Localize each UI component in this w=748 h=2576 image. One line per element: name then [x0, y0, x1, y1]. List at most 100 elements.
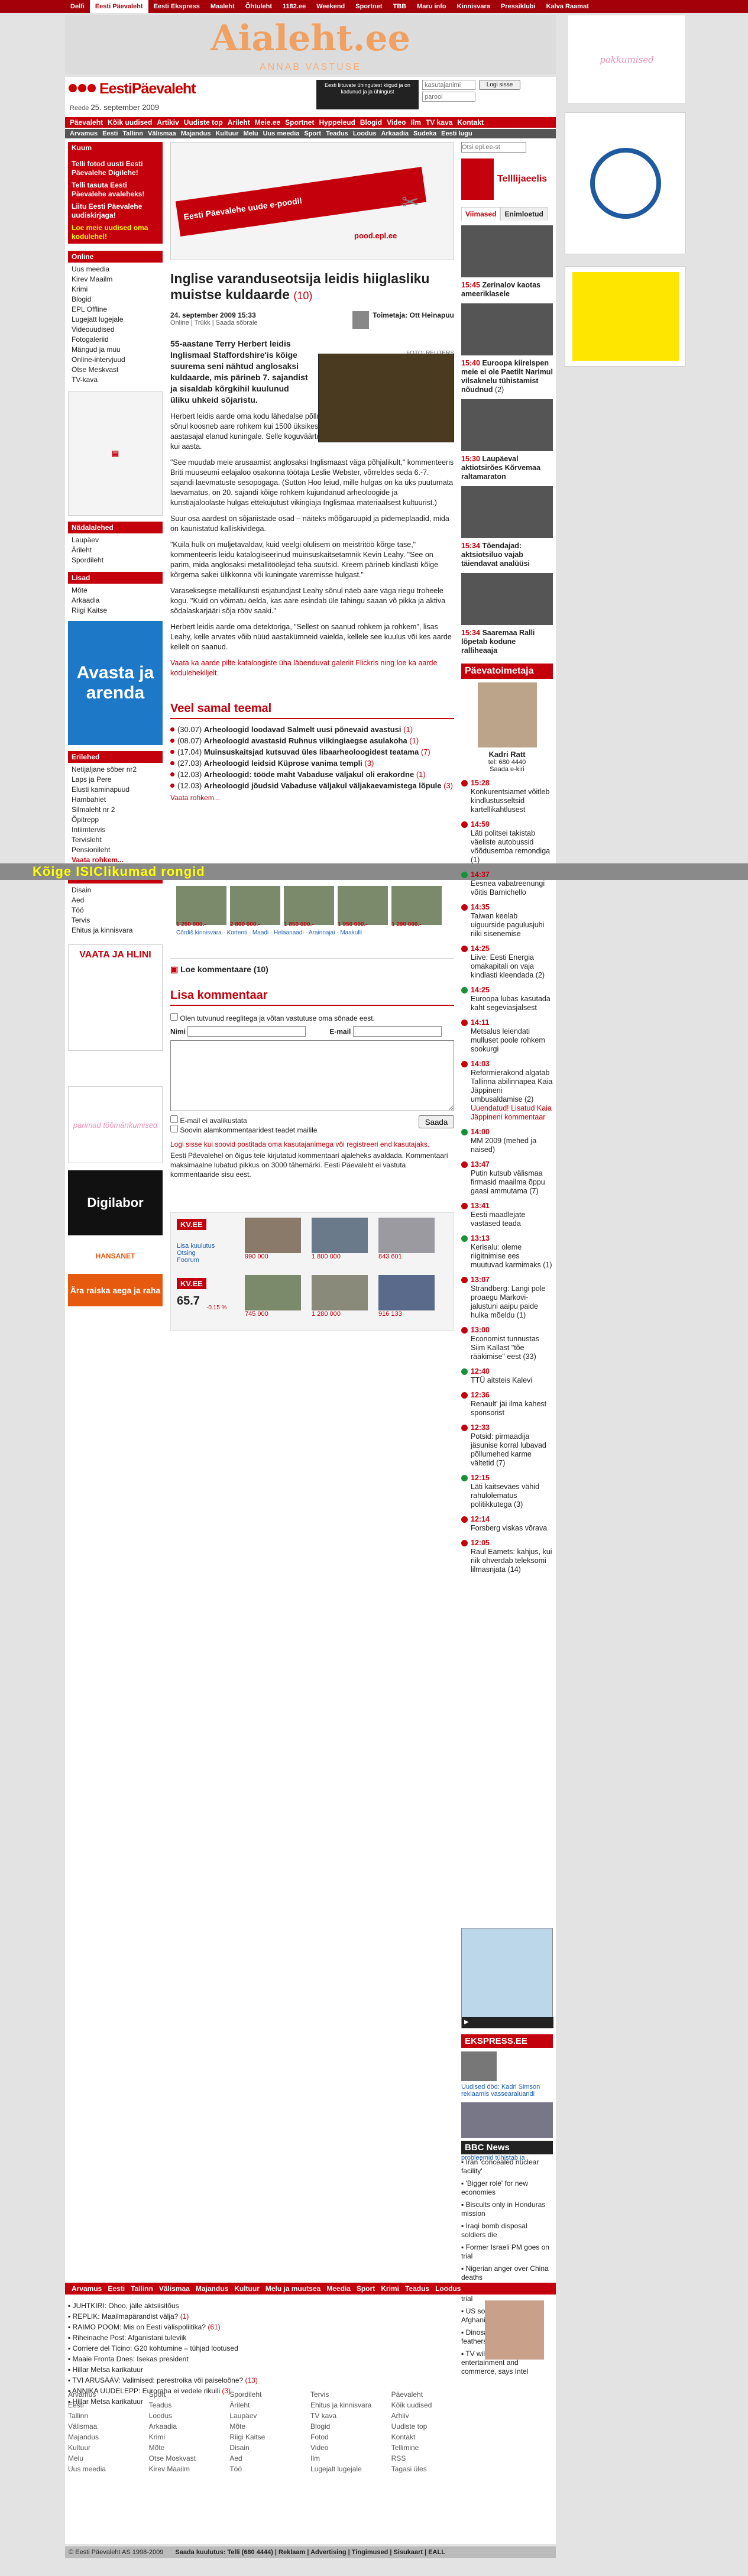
kuum-item[interactable]: Telli tasuta Eesti Päevalehe avaleheks! — [72, 181, 159, 199]
related-more-link[interactable]: Vaata rohkem... — [170, 794, 454, 802]
network-link[interactable]: TBB — [388, 0, 412, 13]
footer-nav-item[interactable]: Krimi — [378, 2284, 402, 2293]
main-nav-item[interactable]: Päevaleht — [67, 118, 105, 127]
nadal-link[interactable]: Ärileht — [72, 545, 159, 555]
username-input[interactable] — [422, 80, 475, 90]
sitemap-link[interactable]: Video — [310, 2442, 391, 2453]
sitemap-link[interactable]: Blogid — [310, 2421, 391, 2432]
related-item[interactable]: (30.07) Arheoloogid loodavad Salmelt uus… — [170, 724, 454, 735]
network-link[interactable]: Delfi — [65, 0, 90, 13]
erilehed-link[interactable]: Netijaljane sõber nr2 — [72, 765, 159, 775]
news-thumb[interactable] — [461, 486, 553, 538]
sitemap-link[interactable]: Arvamus — [68, 2389, 149, 2400]
footer-nav-item[interactable]: Sport — [354, 2284, 378, 2293]
estate-thumb[interactable] — [391, 886, 442, 925]
sitemap-link[interactable]: Tallinn — [68, 2410, 149, 2421]
online-link[interactable]: Online-intervjuud — [72, 355, 159, 365]
sitemap-link[interactable]: Välismaa — [68, 2421, 149, 2432]
erilehed-link[interactable]: Õpitrepp — [72, 815, 159, 825]
online-link[interactable]: Blogid — [72, 295, 159, 305]
bbc-item[interactable]: ▪ Iran 'concealed nuclear facility' — [461, 2158, 553, 2176]
estate-thumb[interactable] — [176, 886, 226, 925]
flickr-link[interactable]: Vaata ka aarde pilte kataloogiste üha lä… — [170, 659, 437, 677]
feed-item[interactable]: 14:11 Metsalus leiendati mulluset poole r… — [461, 1018, 553, 1054]
kvee-logo-2[interactable]: KV.EE — [177, 1278, 206, 1289]
section-nav-item[interactable]: Loodus — [351, 130, 379, 137]
footer-nav-item[interactable]: Kultuur — [231, 2284, 263, 2293]
tartu-uni-ad[interactable] — [565, 112, 686, 254]
footer-nav-item[interactable]: Loodus — [432, 2284, 464, 2293]
feed-item[interactable]: 13:07 Strandberg: Langi pole proaegu Mark… — [461, 1276, 553, 1320]
sitemap-link[interactable]: Lugejalt lugejale — [310, 2464, 391, 2474]
erilehed-link[interactable]: Laps ja Pere — [72, 775, 159, 785]
feed-item[interactable]: 14:25 Euroopa lubas kasutada kaht segevia… — [461, 986, 553, 1012]
section-nav-item[interactable]: Eesti — [100, 130, 120, 137]
article-photo[interactable] — [318, 354, 454, 442]
video-player[interactable]: ▶ — [461, 1928, 553, 2028]
comment-textarea[interactable] — [170, 1040, 454, 1111]
feed-item[interactable]: 14:35 Taiwan keelab uiguurside pagulusjuh… — [461, 903, 553, 939]
feed-item[interactable]: 14:25 Liive: Eesti Energia omakapitali on… — [461, 944, 553, 980]
sitemap-link[interactable]: Tagasi üles — [391, 2464, 472, 2474]
sitemap-link[interactable]: Riigi Kaitse — [229, 2432, 310, 2442]
kvee-item[interactable]: 843 601 — [378, 1218, 435, 1260]
teema-link[interactable]: Töö — [72, 905, 159, 915]
section-nav-item[interactable]: Kultuur — [213, 130, 241, 137]
sitemap-link[interactable]: Ilm — [310, 2453, 391, 2464]
tab-enimloetud[interactable]: Enimloetud — [500, 207, 548, 221]
lisad-link[interactable]: Mõte — [72, 585, 159, 596]
main-nav-item[interactable]: Artikiv — [154, 118, 181, 127]
news-item[interactable]: 15:34 Saaremaa Ralli lõpetab kodune rall… — [461, 629, 553, 655]
left-ad-digilabor[interactable]: Digilabor — [68, 1170, 163, 1235]
main-nav-item[interactable]: Hyppeleud — [316, 118, 357, 127]
sitemap-link[interactable]: Kõik uudised — [391, 2400, 472, 2410]
kuum-item[interactable]: Liitu Eesti Päevalehe uudiskirjaga! — [72, 202, 159, 220]
sitemap-link[interactable]: Loodus — [149, 2410, 230, 2421]
news-item[interactable]: 15:40 Euroopa kiirelspen meie ei ole Pae… — [461, 359, 553, 394]
footer-nav-item[interactable]: Tallinn — [128, 2284, 156, 2293]
notify-checkbox[interactable] — [170, 1125, 178, 1132]
left-ad-parimad[interactable]: parimad töömänkumised — [68, 1086, 163, 1163]
password-input[interactable] — [422, 92, 475, 102]
footer-list-item[interactable]: ▪ REPLIK: Maailmapärandist välja? (1) — [68, 2311, 482, 2322]
kvee-item[interactable]: 1 280 000 — [312, 1275, 368, 1318]
site-logo[interactable]: EestiPäevaleht — [69, 80, 196, 98]
footer-nav-item[interactable]: Majandus — [193, 2284, 231, 2293]
feed-item[interactable]: 12:14 Forsberg viskas võrava — [461, 1515, 553, 1533]
teema-link[interactable]: Disain — [72, 885, 159, 895]
sitemap-link[interactable]: Fotod — [310, 2432, 391, 2442]
lisad-link[interactable]: Arkaadia — [72, 596, 159, 606]
footer-nav-item[interactable]: Välismaa — [156, 2284, 193, 2293]
estate-thumb[interactable] — [338, 886, 388, 925]
online-link[interactable]: Otse Meskvast — [72, 365, 159, 375]
kvee-link[interactable]: Lisa kuulutus — [177, 1242, 215, 1250]
feed-item[interactable]: 13:41 Eesti maadlejate vastased teada — [461, 1202, 553, 1228]
related-item[interactable]: (27.03) Arheoloogid leidsid Küprose vani… — [170, 758, 454, 769]
sitemap-link[interactable]: Päevaleht — [391, 2389, 472, 2400]
epood-teaser-ad[interactable]: Eesti Päevalehe uude e-poodi! pood.epl.e… — [170, 142, 454, 260]
hide-email-checkbox[interactable] — [170, 1115, 178, 1123]
feed-item[interactable]: 14:00 MM 2009 (mehed ja naised) — [461, 1128, 553, 1154]
sitemap-link[interactable]: Mõte — [229, 2421, 310, 2432]
online-link[interactable]: Uus meedia — [72, 264, 159, 274]
article-comment-count[interactable]: (10) — [293, 290, 312, 302]
news-thumb[interactable] — [461, 399, 553, 451]
feed-item[interactable]: 13:47 Putin kutsub välismaa firmasid maai… — [461, 1160, 553, 1196]
kvee-item[interactable]: 990 000 — [245, 1218, 301, 1260]
main-nav-item[interactable]: Sportnet — [283, 118, 316, 127]
left-ad-araiska[interactable]: Ära raiska aega ja raha — [68, 1274, 163, 1306]
ekspress-thumb[interactable] — [461, 2051, 497, 2081]
ekspress-logo[interactable]: EKSPRESS.EE — [461, 2034, 553, 2048]
real-estate-ticker[interactable]: Kõige ISIClikumad rongid — [0, 863, 748, 880]
left-newspaper-ad[interactable]: ▤ — [68, 391, 163, 516]
feed-item[interactable]: 12:40 TTÜ aitsteis Kalevi — [461, 1367, 553, 1385]
section-nav-item[interactable]: Välismaa — [145, 130, 179, 137]
related-item[interactable]: (08.07) Arheoloogid avastasid Ruhnus vii… — [170, 735, 454, 746]
sitemap-link[interactable]: TV kava — [310, 2410, 391, 2421]
online-link[interactable]: Krimi — [72, 284, 159, 295]
rules-checkbox[interactable] — [170, 1013, 178, 1021]
right-top-ad[interactable]: pakkumised — [568, 15, 686, 103]
sitemap-link[interactable]: Mõte — [149, 2442, 230, 2453]
tellija-promo[interactable]: Telllijaeelis — [461, 158, 553, 200]
online-link[interactable]: Videouudised — [72, 325, 159, 335]
